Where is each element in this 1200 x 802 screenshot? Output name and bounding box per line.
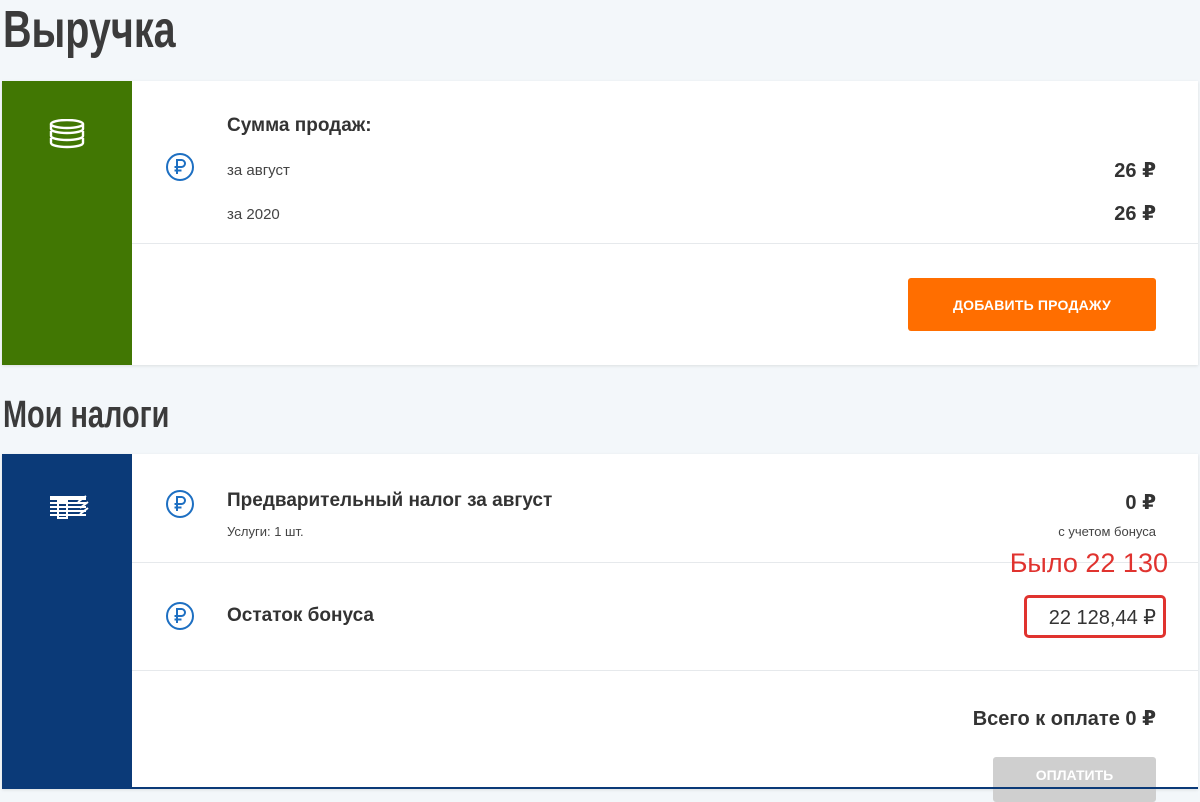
services-count: Услуги: 1 шт.: [227, 524, 304, 539]
coins-stack-icon: [48, 118, 86, 154]
divider: [132, 670, 1198, 671]
documents-icon: [48, 494, 90, 525]
taxes-heading: Мои налоги: [3, 394, 170, 436]
bonus-note: с учетом бонуса: [1058, 524, 1156, 539]
sales-year-amount: 26 ₽: [1114, 203, 1156, 225]
revenue-heading: Выручка: [3, 1, 176, 59]
annotation-highlight-box: [1024, 595, 1166, 638]
preliminary-tax-amount: 0 ₽: [1125, 492, 1156, 514]
revenue-card: Сумма продаж: за август 26 ₽ за 2020 26 …: [2, 81, 1198, 365]
revenue-side-panel: [2, 81, 132, 365]
annotation-text: Было 22 130: [1009, 548, 1168, 578]
sales-sum-title: Сумма продаж:: [227, 115, 372, 136]
total-to-pay: Всего к оплате 0 ₽: [972, 708, 1156, 730]
sales-month-amount: 26 ₽: [1114, 160, 1156, 182]
sales-year-label: за 2020: [227, 206, 280, 223]
pay-button[interactable]: ОПЛАТИТЬ: [993, 757, 1156, 802]
preliminary-tax-title: Предварительный налог за август: [227, 490, 553, 511]
bonus-balance-title: Остаток бонуса: [227, 605, 374, 626]
divider: [132, 243, 1198, 244]
sales-month-label: за август: [227, 162, 290, 179]
ruble-icon: [165, 152, 195, 187]
add-sale-button[interactable]: ДОБАВИТЬ ПРОДАЖУ: [908, 278, 1156, 331]
ruble-icon: [165, 601, 195, 636]
taxes-card: Предварительный налог за август Услуги: …: [2, 454, 1198, 802]
ruble-icon: [165, 489, 195, 524]
taxes-side-panel: [2, 454, 132, 789]
